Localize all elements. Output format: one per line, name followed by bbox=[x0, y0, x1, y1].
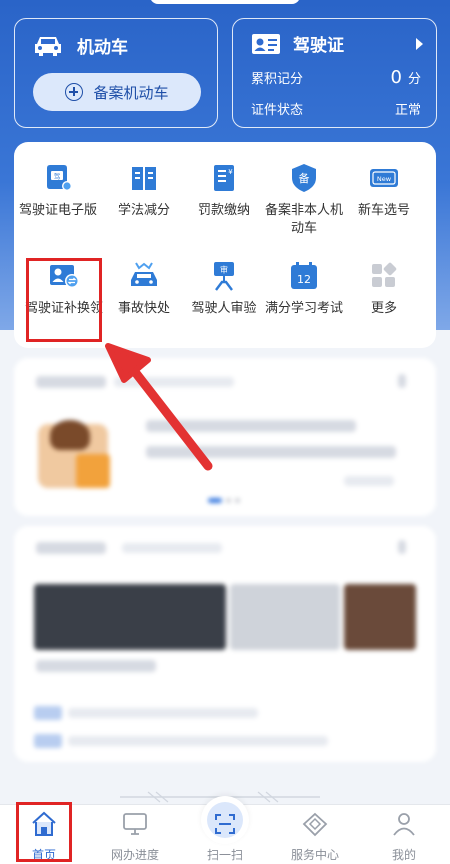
tab-mine[interactable]: 我的 bbox=[364, 810, 444, 863]
annotation-layer bbox=[105, 343, 320, 803]
tab-scan[interactable]: 扫一扫 bbox=[185, 810, 265, 863]
red-arrow-shaft bbox=[127, 363, 213, 471]
tab-progress[interactable]: 网办进度 bbox=[95, 810, 175, 863]
tab-label: 扫一扫 bbox=[206, 848, 243, 862]
scan-icon bbox=[215, 814, 235, 834]
home-highlight-box bbox=[16, 802, 72, 862]
user-icon bbox=[393, 813, 415, 836]
tab-label: 网办进度 bbox=[110, 848, 159, 862]
tab-label: 我的 bbox=[391, 848, 416, 862]
tab-service-center[interactable]: 服务中心 bbox=[275, 810, 355, 863]
tab-label: 服务中心 bbox=[290, 848, 339, 862]
monitor-icon bbox=[123, 813, 147, 835]
handshake-icon bbox=[302, 812, 328, 837]
